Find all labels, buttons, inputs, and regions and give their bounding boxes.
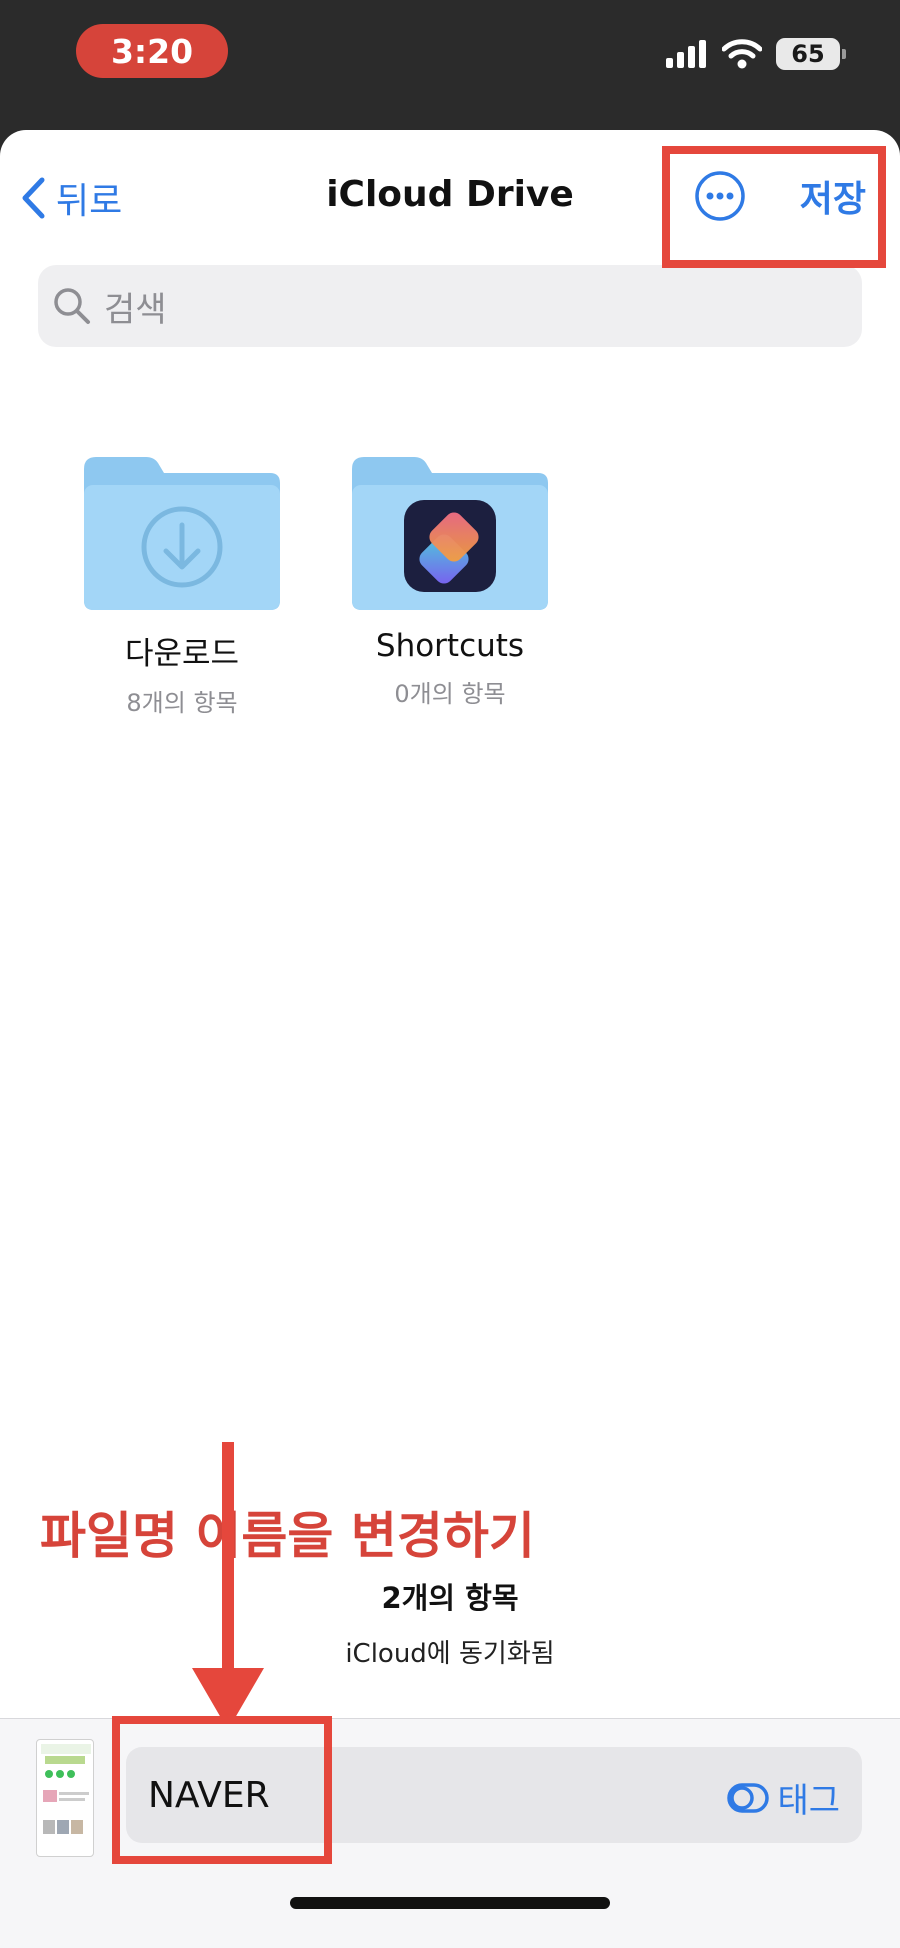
- file-name-bar: NAVER 태그: [0, 1718, 900, 1948]
- annotation-arrow: [192, 1442, 264, 1730]
- file-name-value: NAVER: [148, 1775, 270, 1816]
- wifi-icon: [722, 39, 762, 69]
- file-name-field[interactable]: NAVER 태그: [126, 1747, 862, 1843]
- tag-toggle-icon: [727, 1782, 770, 1813]
- tag-button[interactable]: 태그: [727, 1773, 840, 1822]
- item-count: 2개의 항목: [381, 1581, 519, 1615]
- folder-summary: 2개의 항목 iCloud에 동기화됨: [0, 1575, 900, 1670]
- home-indicator: [290, 1897, 610, 1909]
- cellular-signal-icon: [666, 40, 706, 68]
- status-time: 3:20: [76, 24, 228, 78]
- battery-indicator: 65: [776, 38, 846, 70]
- file-thumbnail: [36, 1739, 94, 1857]
- sync-status: iCloud에 동기화됨: [345, 1639, 555, 1669]
- status-icons: 65: [666, 38, 846, 70]
- tag-button-label: 태그: [777, 1781, 840, 1821]
- file-save-sheet: 뒤로 iCloud Drive 저장 검색 다운로드 8개의 항목 Shortc…: [0, 130, 900, 1948]
- status-bar: 3:20 65: [0, 0, 900, 130]
- thumbnail-preview-image: [41, 1744, 91, 1834]
